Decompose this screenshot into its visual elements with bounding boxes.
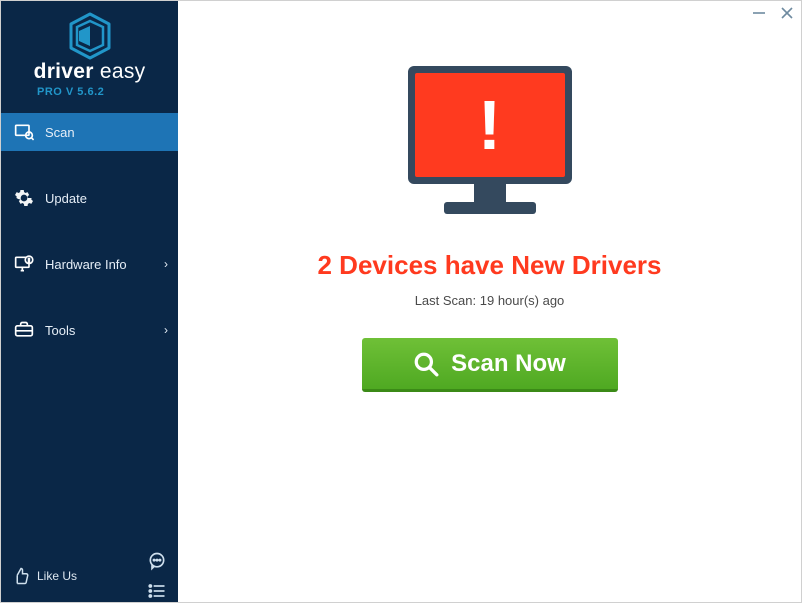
logo-icon <box>67 12 113 60</box>
like-us-label: Like Us <box>37 569 77 583</box>
sidebar-item-scan[interactable]: Scan <box>1 113 178 151</box>
sidebar-item-tools[interactable]: Tools › <box>1 311 178 349</box>
version-label: PRO V 5.6.2 <box>37 86 104 98</box>
thumbs-up-icon <box>11 566 31 586</box>
sidebar-bottom: Like Us <box>1 550 178 602</box>
brand-text: driver easy <box>34 60 146 84</box>
main-panel: ! 2 Devices have New Drivers Last Scan: … <box>178 1 801 602</box>
logo-area: driver easy PRO V 5.6.2 <box>1 1 178 109</box>
scan-now-button[interactable]: Scan Now <box>362 338 618 392</box>
sidebar: driver easy PRO V 5.6.2 Scan <box>1 1 178 602</box>
tools-icon <box>13 319 35 341</box>
sidebar-item-label: Scan <box>45 125 75 140</box>
chevron-right-icon: › <box>164 323 168 337</box>
search-icon <box>413 351 439 377</box>
sidebar-item-label: Tools <box>45 323 75 338</box>
alert-icon: ! <box>478 90 501 160</box>
feedback-icon[interactable] <box>146 550 168 572</box>
like-us-button[interactable]: Like Us <box>11 566 77 586</box>
sidebar-item-label: Update <box>45 191 87 206</box>
sidebar-item-update[interactable]: Update <box>1 179 178 217</box>
sidebar-item-hardware-info[interactable]: ! Hardware Info › <box>1 245 178 283</box>
hardware-info-icon: ! <box>13 253 35 275</box>
chevron-right-icon: › <box>164 257 168 271</box>
menu-icon[interactable] <box>146 580 168 602</box>
nav-list: Scan Update ! Hardware <box>1 113 178 349</box>
sidebar-item-label: Hardware Info <box>45 257 127 272</box>
gear-icon <box>13 187 35 209</box>
headline-text: 2 Devices have New Drivers <box>318 250 662 281</box>
last-scan-text: Last Scan: 19 hour(s) ago <box>415 293 565 308</box>
scan-icon <box>13 121 35 143</box>
svg-text:!: ! <box>28 258 30 264</box>
app-window: driver easy PRO V 5.6.2 Scan <box>0 0 802 603</box>
monitor-illustration: ! <box>408 66 572 226</box>
scan-button-label: Scan Now <box>451 350 566 378</box>
